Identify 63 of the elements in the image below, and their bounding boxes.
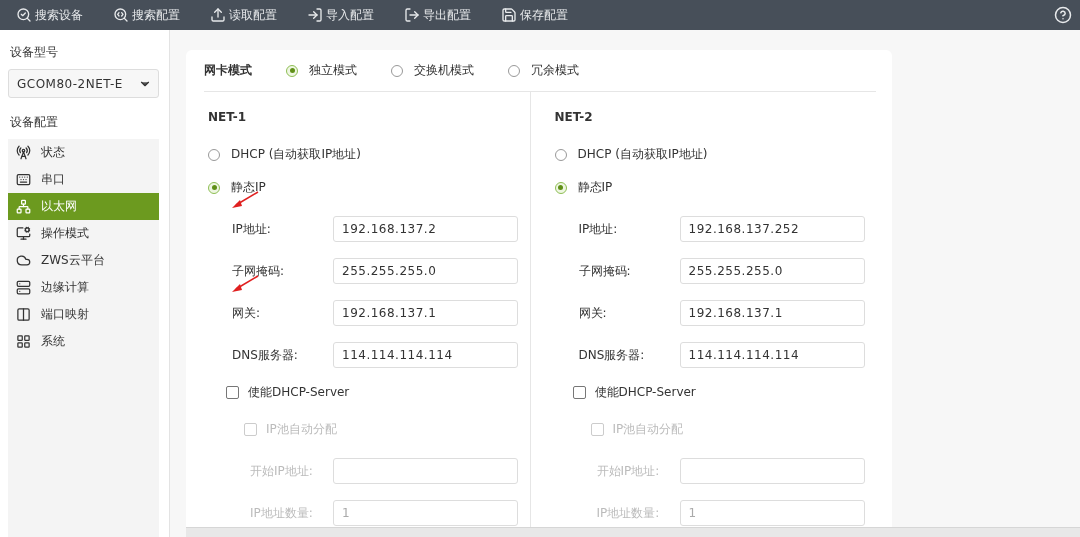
sidebar-item[interactable]: 串口 (8, 166, 159, 193)
net-title: NET-2 (554, 110, 594, 124)
section-label: 设备配置 (10, 114, 59, 131)
field-label: IP地址数量: (596, 504, 661, 522)
scrollbar[interactable] (186, 527, 1080, 537)
input-field[interactable]: 192.168.137.2 (333, 216, 518, 242)
field-label: 开始IP地址: (250, 462, 314, 480)
field-label: IP地址数量: (250, 504, 314, 522)
mode-radio[interactable]: 冗余模式 (508, 62, 579, 79)
help-button[interactable] (1054, 6, 1072, 24)
network-icon (16, 199, 31, 214)
toolbar-button[interactable]: 搜索配置 (113, 6, 180, 24)
import-icon (307, 7, 323, 23)
mode-radio[interactable]: 交换机模式 (391, 62, 474, 79)
toolbar-button[interactable]: 保存配置 (501, 6, 568, 24)
field-label: 子网掩码: (578, 262, 632, 280)
sidebar-item[interactable]: 端口映射 (8, 301, 159, 328)
sidebar-item[interactable]: ZWS云平台 (8, 247, 159, 274)
field-label: IP地址: (578, 220, 619, 238)
antenna-icon (16, 145, 31, 160)
mode-label: 网卡模式 (204, 62, 252, 79)
field-label: 网关: (232, 304, 262, 322)
dhcp-server-checkbox[interactable]: 使能DHCP-Server (226, 384, 530, 401)
input-field[interactable]: 114.114.114.114 (679, 342, 865, 368)
field-label: 网关: (578, 304, 608, 322)
field-label: 开始IP地址: (596, 462, 661, 480)
help-icon (1054, 6, 1072, 24)
field-label: IP地址: (232, 220, 272, 238)
ip-mode-radio[interactable]: DHCP (自动获取IP地址) (554, 146, 708, 163)
server-icon (16, 280, 31, 295)
input-field[interactable]: 192.168.137.1 (679, 300, 865, 326)
columns-icon (16, 307, 31, 322)
sidebar-item[interactable]: 操作模式 (8, 220, 159, 247)
search-icon (16, 7, 32, 23)
toolbar-button[interactable]: 导出配置 (404, 6, 471, 24)
save-icon (501, 7, 517, 23)
toolbar-button[interactable]: 导入配置 (307, 6, 374, 24)
monitor-icon (16, 226, 31, 241)
sidebar-item[interactable]: 状态 (8, 139, 159, 166)
ip-mode-radio[interactable]: DHCP (自动获取IP地址) (208, 146, 361, 163)
toolbar-button[interactable]: 搜索设备 (16, 6, 83, 24)
net-title: NET-1 (208, 110, 247, 124)
field-label: DNS服务器: (232, 346, 299, 364)
mode-radio[interactable]: 独立模式 (286, 62, 357, 79)
grid-icon (16, 334, 31, 349)
sidebar-item[interactable]: 系统 (8, 328, 159, 355)
input-field[interactable]: 192.168.137.1 (333, 300, 518, 326)
input-field[interactable]: 114.114.114.114 (333, 342, 518, 368)
sidebar-item[interactable]: 边缘计算 (8, 274, 159, 301)
toolbar-button[interactable]: 读取配置 (210, 6, 277, 24)
input-field[interactable]: 255.255.255.0 (679, 258, 865, 284)
export-icon (404, 7, 420, 23)
input-field[interactable]: 255.255.255.0 (333, 258, 518, 284)
ip-mode-radio[interactable]: 静态IP (554, 179, 613, 196)
model-select[interactable]: GCOM80-2NET-E (8, 69, 159, 98)
section-label: 设备型号 (10, 44, 59, 61)
field-label: 子网掩码: (232, 262, 286, 280)
ip-mode-radio[interactable]: 静态IP (208, 179, 266, 196)
upload-icon (210, 7, 226, 23)
field-label: DNS服务器: (578, 346, 646, 364)
dhcp-server-checkbox[interactable]: 使能DHCP-Server (572, 384, 876, 401)
cloud-icon (16, 253, 31, 268)
input-field[interactable]: 192.168.137.252 (679, 216, 865, 242)
